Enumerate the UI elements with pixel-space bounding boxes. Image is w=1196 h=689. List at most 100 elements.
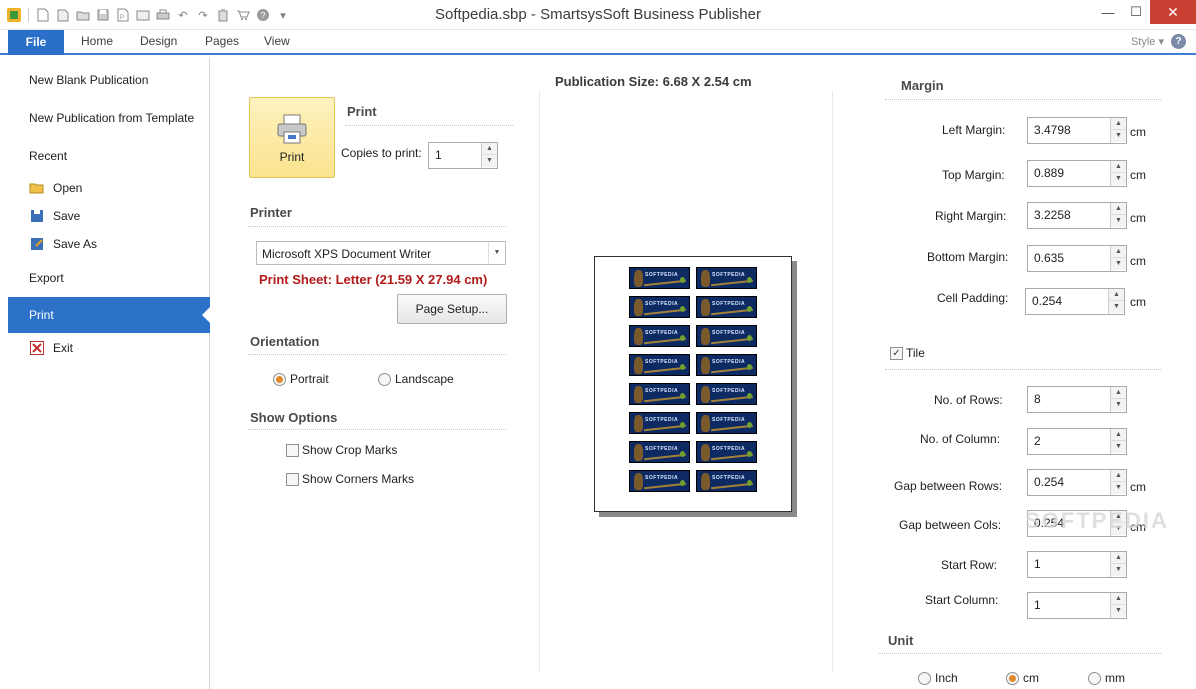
spin-up-icon[interactable]: ▲: [1109, 289, 1124, 301]
new-icon[interactable]: [35, 7, 51, 23]
bottom-margin-spinner[interactable]: 0.635 ▲ ▼: [1027, 245, 1127, 272]
spin-up-icon[interactable]: ▲: [1111, 552, 1126, 564]
unit-inch-label: Inch: [935, 671, 958, 685]
show-corner-marks-checkbox[interactable]: Show Corners Marks: [286, 472, 414, 486]
unit-label: cm: [1130, 125, 1146, 139]
menu-save-as-label: Save As: [53, 237, 98, 251]
spin-up-icon[interactable]: ▲: [1111, 429, 1126, 441]
help-button[interactable]: ?: [1171, 34, 1186, 49]
spin-down-icon[interactable]: ▼: [1111, 564, 1126, 576]
owl-icon: [634, 299, 643, 316]
open-icon[interactable]: [75, 7, 91, 23]
spin-up-icon[interactable]: ▲: [1111, 593, 1126, 605]
menu-save[interactable]: Save: [29, 208, 80, 224]
page-setup-button[interactable]: Page Setup...: [397, 294, 507, 324]
tile-text: SOFTPEDIA: [645, 301, 679, 307]
top-margin-spinner[interactable]: 0.889 ▲ ▼: [1027, 160, 1127, 187]
printer-icon: [277, 114, 307, 144]
spin-up-icon[interactable]: ▲: [1111, 161, 1126, 173]
right-margin-spinner[interactable]: 3.2258 ▲ ▼: [1027, 202, 1127, 229]
print-button[interactable]: Print: [249, 97, 335, 178]
spin-up-icon[interactable]: ▲: [1111, 470, 1126, 482]
tile-checkbox[interactable]: ✓ Tile: [890, 346, 925, 360]
spin-down-icon[interactable]: ▼: [1111, 130, 1126, 142]
cart-icon[interactable]: [235, 7, 251, 23]
menu-open[interactable]: Open: [29, 180, 82, 196]
menu-exit[interactable]: Exit: [29, 340, 73, 356]
copies-spinner[interactable]: 1 ▲ ▼: [428, 142, 498, 169]
spin-down-icon[interactable]: ▼: [1111, 482, 1126, 494]
spin-up-icon[interactable]: ▲: [1111, 203, 1126, 215]
spin-down-icon[interactable]: ▼: [1111, 258, 1126, 270]
spin-down-icon[interactable]: ▼: [1111, 523, 1126, 535]
printer-select[interactable]: Microsoft XPS Document Writer ▼: [256, 241, 506, 265]
unit-inch-radio[interactable]: Inch: [918, 671, 958, 685]
undo-icon[interactable]: ↶: [175, 7, 191, 23]
minimize-button[interactable]: —: [1094, 0, 1122, 24]
spin-up-icon[interactable]: ▲: [482, 143, 497, 155]
print-preview-icon[interactable]: [155, 7, 171, 23]
radio-checked-icon: [1006, 671, 1019, 685]
spin-up-icon[interactable]: ▲: [1111, 246, 1126, 258]
tile-text: SOFTPEDIA: [645, 272, 679, 278]
menu-recent[interactable]: Recent: [29, 149, 67, 163]
paste-icon[interactable]: [215, 7, 231, 23]
menu-new-publication-from-template[interactable]: New Publication from Template: [29, 111, 194, 125]
tab-view[interactable]: View: [264, 34, 290, 48]
spin-up-icon[interactable]: ▲: [1111, 118, 1126, 130]
unit-cm-label: cm: [1023, 671, 1039, 685]
spin-down-icon[interactable]: ▼: [1109, 301, 1124, 313]
checkbox-unchecked-icon: [286, 472, 299, 486]
app-icon[interactable]: [6, 7, 22, 23]
portrait-radio[interactable]: Portrait: [273, 372, 329, 386]
spin-down-icon[interactable]: ▼: [482, 155, 497, 167]
close-button[interactable]: ✕: [1150, 0, 1196, 24]
menu-new-blank-publication[interactable]: New Blank Publication: [29, 73, 148, 87]
spin-up-icon[interactable]: ▲: [1111, 387, 1126, 399]
leaf-icon: [747, 277, 752, 283]
help-icon[interactable]: ?: [255, 7, 271, 23]
maximize-button[interactable]: ☐: [1122, 0, 1150, 24]
quick-access-toolbar: P ↶ ↷ ? ▾: [6, 6, 291, 24]
portrait-label: Portrait: [290, 372, 329, 386]
tab-design[interactable]: Design: [140, 34, 177, 48]
spin-down-icon[interactable]: ▼: [1111, 399, 1126, 411]
export-image-icon[interactable]: [135, 7, 151, 23]
spin-down-icon[interactable]: ▼: [1111, 215, 1126, 227]
copies-value: 1: [435, 148, 442, 162]
spin-up-icon[interactable]: ▲: [1111, 511, 1126, 523]
tab-pages[interactable]: Pages: [205, 34, 239, 48]
tab-home[interactable]: Home: [81, 34, 113, 48]
start-row-spinner[interactable]: 1 ▲ ▼: [1027, 551, 1127, 578]
save-icon[interactable]: [95, 7, 111, 23]
landscape-radio[interactable]: Landscape: [378, 372, 454, 386]
left-margin-spinner[interactable]: 3.4798 ▲ ▼: [1027, 117, 1127, 144]
rows-spinner[interactable]: 8 ▲ ▼: [1027, 386, 1127, 413]
gap-cols-spinner[interactable]: 0.254 ▲ ▼: [1027, 510, 1127, 537]
unit-cm-radio[interactable]: cm: [1006, 671, 1039, 685]
menu-print[interactable]: Print: [8, 297, 210, 333]
unit-heading: Unit: [888, 633, 914, 648]
columns-spinner[interactable]: 2 ▲ ▼: [1027, 428, 1127, 455]
start-column-spinner[interactable]: 1 ▲ ▼: [1027, 592, 1127, 619]
unit-mm-radio[interactable]: mm: [1088, 671, 1125, 685]
cell-padding-spinner[interactable]: 0.254 ▲ ▼: [1025, 288, 1125, 315]
spin-down-icon[interactable]: ▼: [1111, 173, 1126, 185]
tab-file[interactable]: File: [8, 30, 64, 55]
redo-icon[interactable]: ↷: [195, 7, 211, 23]
spin-down-icon[interactable]: ▼: [1111, 441, 1126, 453]
unit-label: cm: [1130, 295, 1146, 309]
spin-down-icon[interactable]: ▼: [1111, 605, 1126, 617]
style-menu[interactable]: Style ▾: [1131, 35, 1164, 48]
menu-save-as[interactable]: Save As: [29, 236, 97, 252]
chevron-down-icon[interactable]: ▼: [488, 242, 505, 264]
preview-label-tile: SOFTPEDIA: [629, 354, 690, 376]
leaf-icon: [747, 364, 752, 370]
show-crop-marks-checkbox[interactable]: Show Crop Marks: [286, 443, 397, 457]
menu-export[interactable]: Export: [29, 271, 64, 285]
gap-rows-spinner[interactable]: 0.254 ▲ ▼: [1027, 469, 1127, 496]
export-pdf-icon[interactable]: P: [115, 7, 131, 23]
leaf-icon: [747, 422, 752, 428]
customize-icon[interactable]: ▾: [275, 7, 291, 23]
new-template-icon[interactable]: [55, 7, 71, 23]
